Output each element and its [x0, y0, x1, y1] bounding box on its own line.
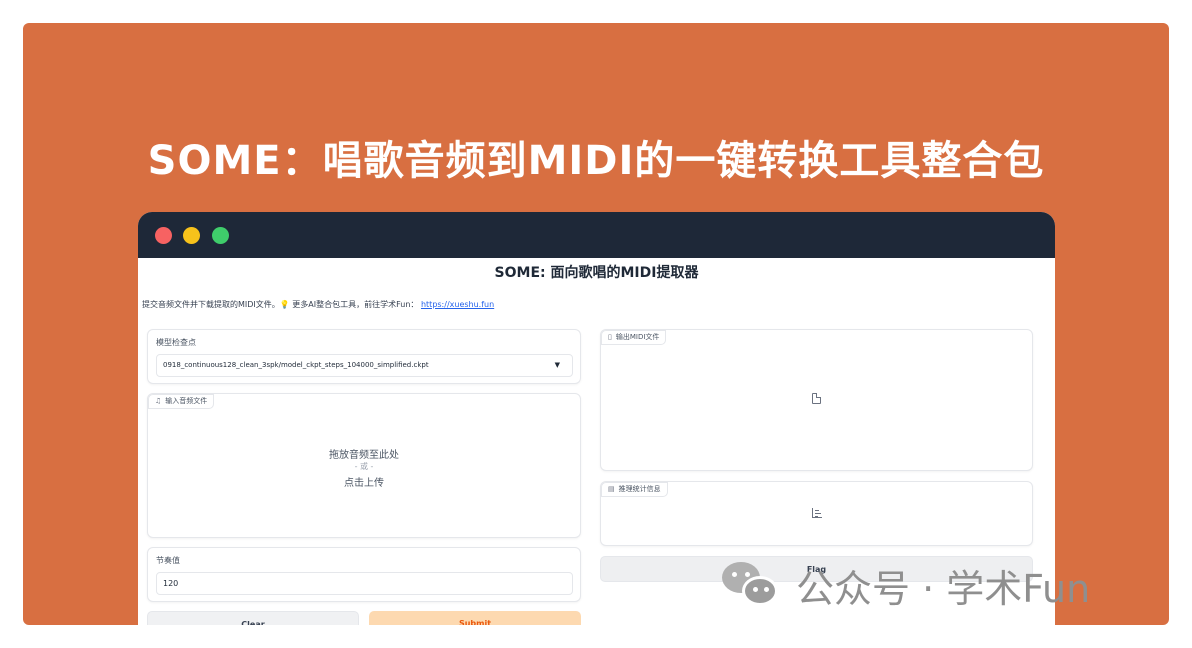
chart-icon: ▤	[608, 485, 615, 493]
tempo-label: 节奏值	[156, 556, 180, 565]
submit-button[interactable]: Submit	[369, 611, 581, 625]
description-text: 提交音频文件并下载提取的MIDI文件。💡 更多AI整合包工具，前往学术Fun：	[142, 300, 419, 309]
page: SOME：唱歌音频到MIDI的一键转换工具整合包 SOME: 面向歌唱的MIDI…	[0, 0, 1192, 648]
clear-button[interactable]: Clear	[147, 611, 359, 625]
file-icon: ▯	[608, 333, 612, 341]
window-maximize-button[interactable]	[212, 227, 229, 244]
watermark-text: 公众号 · 学术Fun	[796, 566, 1091, 611]
audio-input-label: 输入音频文件	[165, 397, 208, 405]
stats-panel: ▤ 推理统计信息	[600, 481, 1033, 546]
window-titlebar	[138, 212, 1055, 258]
checkpoint-label: 模型检查点	[156, 338, 196, 347]
app-title: SOME: 面向歌唱的MIDI提取器	[494, 265, 699, 281]
drop-hint: 拖放音频至此处	[329, 450, 399, 461]
app-description: 提交音频文件并下载提取的MIDI文件。💡 更多AI整合包工具，前往学术Fun： …	[142, 299, 494, 310]
music-note-icon: ♫	[155, 397, 162, 405]
watermark: 公众号 · 学术Fun	[720, 560, 1091, 611]
tempo-input[interactable]: 120	[156, 572, 573, 595]
midi-output-label: 输出MIDI文件	[615, 333, 660, 341]
empty-file-icon	[812, 393, 821, 404]
stats-label: 推理统计信息	[618, 485, 661, 493]
banner-card: SOME：唱歌音频到MIDI的一键转换工具整合包 SOME: 面向歌唱的MIDI…	[23, 23, 1169, 625]
banner-title: SOME：唱歌音频到MIDI的一键转换工具整合包	[147, 138, 1045, 184]
xueshu-link[interactable]: https://xueshu.fun	[421, 300, 494, 309]
audio-input-tag: ♫ 输入音频文件	[148, 394, 215, 409]
checkpoint-dropdown[interactable]: 0918_continuous128_clean_3spk/model_ckpt…	[156, 354, 573, 377]
midi-output-panel: ▯ 输出MIDI文件	[600, 329, 1033, 471]
checkpoint-value: 0918_continuous128_clean_3spk/model_ckpt…	[163, 361, 429, 369]
audio-upload-dropzone[interactable]: ♫ 输入音频文件 拖放音频至此处 - 或 - 点击上传	[147, 393, 581, 538]
tempo-panel: 节奏值 120	[147, 547, 581, 602]
window-minimize-button[interactable]	[183, 227, 200, 244]
stats-tag: ▤ 推理统计信息	[601, 482, 668, 497]
midi-output-tag: ▯ 输出MIDI文件	[601, 330, 667, 345]
upload-hint: 点击上传	[344, 478, 384, 489]
empty-chart-icon	[812, 508, 822, 518]
wechat-icon	[720, 560, 782, 610]
or-divider: - 或 -	[354, 462, 374, 471]
chevron-down-icon: ▼	[554, 361, 560, 369]
window-close-button[interactable]	[155, 227, 172, 244]
checkpoint-panel: 模型检查点 0918_continuous128_clean_3spk/mode…	[147, 329, 581, 384]
